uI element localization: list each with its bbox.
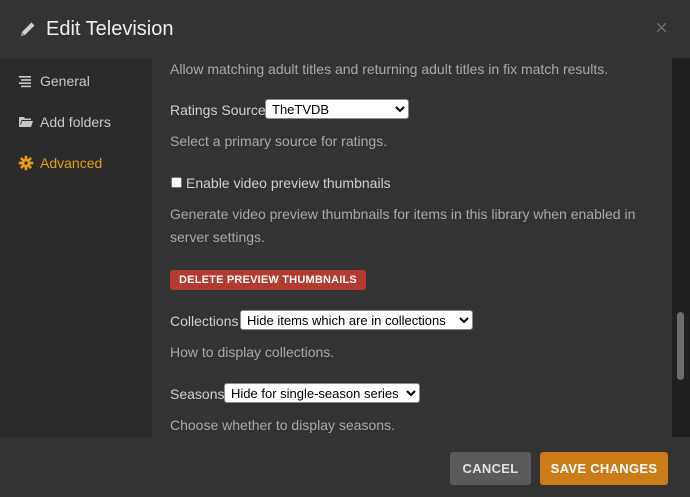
video-preview-help-line2: server settings.	[170, 229, 265, 245]
sidebar-item-add-folders[interactable]: Add folders	[0, 107, 152, 137]
sidebar-item-label: General	[40, 73, 90, 89]
video-preview-label[interactable]: Enable video preview thumbnails	[186, 175, 391, 191]
sidebar-item-label: Advanced	[40, 155, 103, 171]
folder-icon	[19, 117, 33, 127]
collections-help: How to display collections.	[170, 344, 335, 360]
ratings-source-label: Ratings Source	[170, 102, 266, 118]
content-scrollbar[interactable]	[672, 58, 690, 437]
collections-select[interactable]: Hide items which are in collections	[240, 310, 473, 330]
delete-preview-thumbnails-button[interactable]: DELETE PREVIEW THUMBNAILS	[170, 270, 366, 290]
settings-content: Allow matching adult titles and returnin…	[152, 58, 672, 437]
seasons-help: Choose whether to display seasons.	[170, 417, 395, 433]
modal-footer: CANCEL SAVE CHANGES	[0, 437, 690, 497]
collections-label: Collections	[170, 313, 239, 329]
ratings-source-select[interactable]: TheTVDB	[265, 99, 409, 119]
scrollbar-thumb[interactable]	[677, 312, 684, 380]
modal-title: Edit Television	[46, 18, 174, 40]
sidebar: General Add folders Advanced	[0, 58, 152, 437]
save-changes-button[interactable]: SAVE CHANGES	[540, 452, 668, 485]
modal-header: Edit Television ×	[0, 0, 690, 58]
video-preview-checkbox[interactable]	[171, 177, 182, 188]
gear-icon	[18, 155, 34, 171]
adult-titles-help: Allow matching adult titles and returnin…	[170, 61, 609, 77]
cancel-button[interactable]: CANCEL	[450, 452, 531, 485]
close-icon[interactable]: ×	[655, 16, 668, 40]
sidebar-item-label: Add folders	[40, 114, 111, 130]
list-icon	[19, 76, 31, 88]
sidebar-item-advanced[interactable]: Advanced	[0, 148, 152, 178]
video-preview-help-line1: Generate video preview thumbnails for it…	[170, 206, 636, 222]
edit-library-modal: Edit Television × General Add folders Ad…	[0, 0, 690, 497]
ratings-source-help: Select a primary source for ratings.	[170, 133, 388, 149]
seasons-label: Seasons	[170, 386, 225, 402]
pencil-icon	[21, 22, 35, 36]
seasons-select[interactable]: Hide for single-season series	[224, 383, 420, 403]
sidebar-item-general[interactable]: General	[0, 66, 152, 96]
